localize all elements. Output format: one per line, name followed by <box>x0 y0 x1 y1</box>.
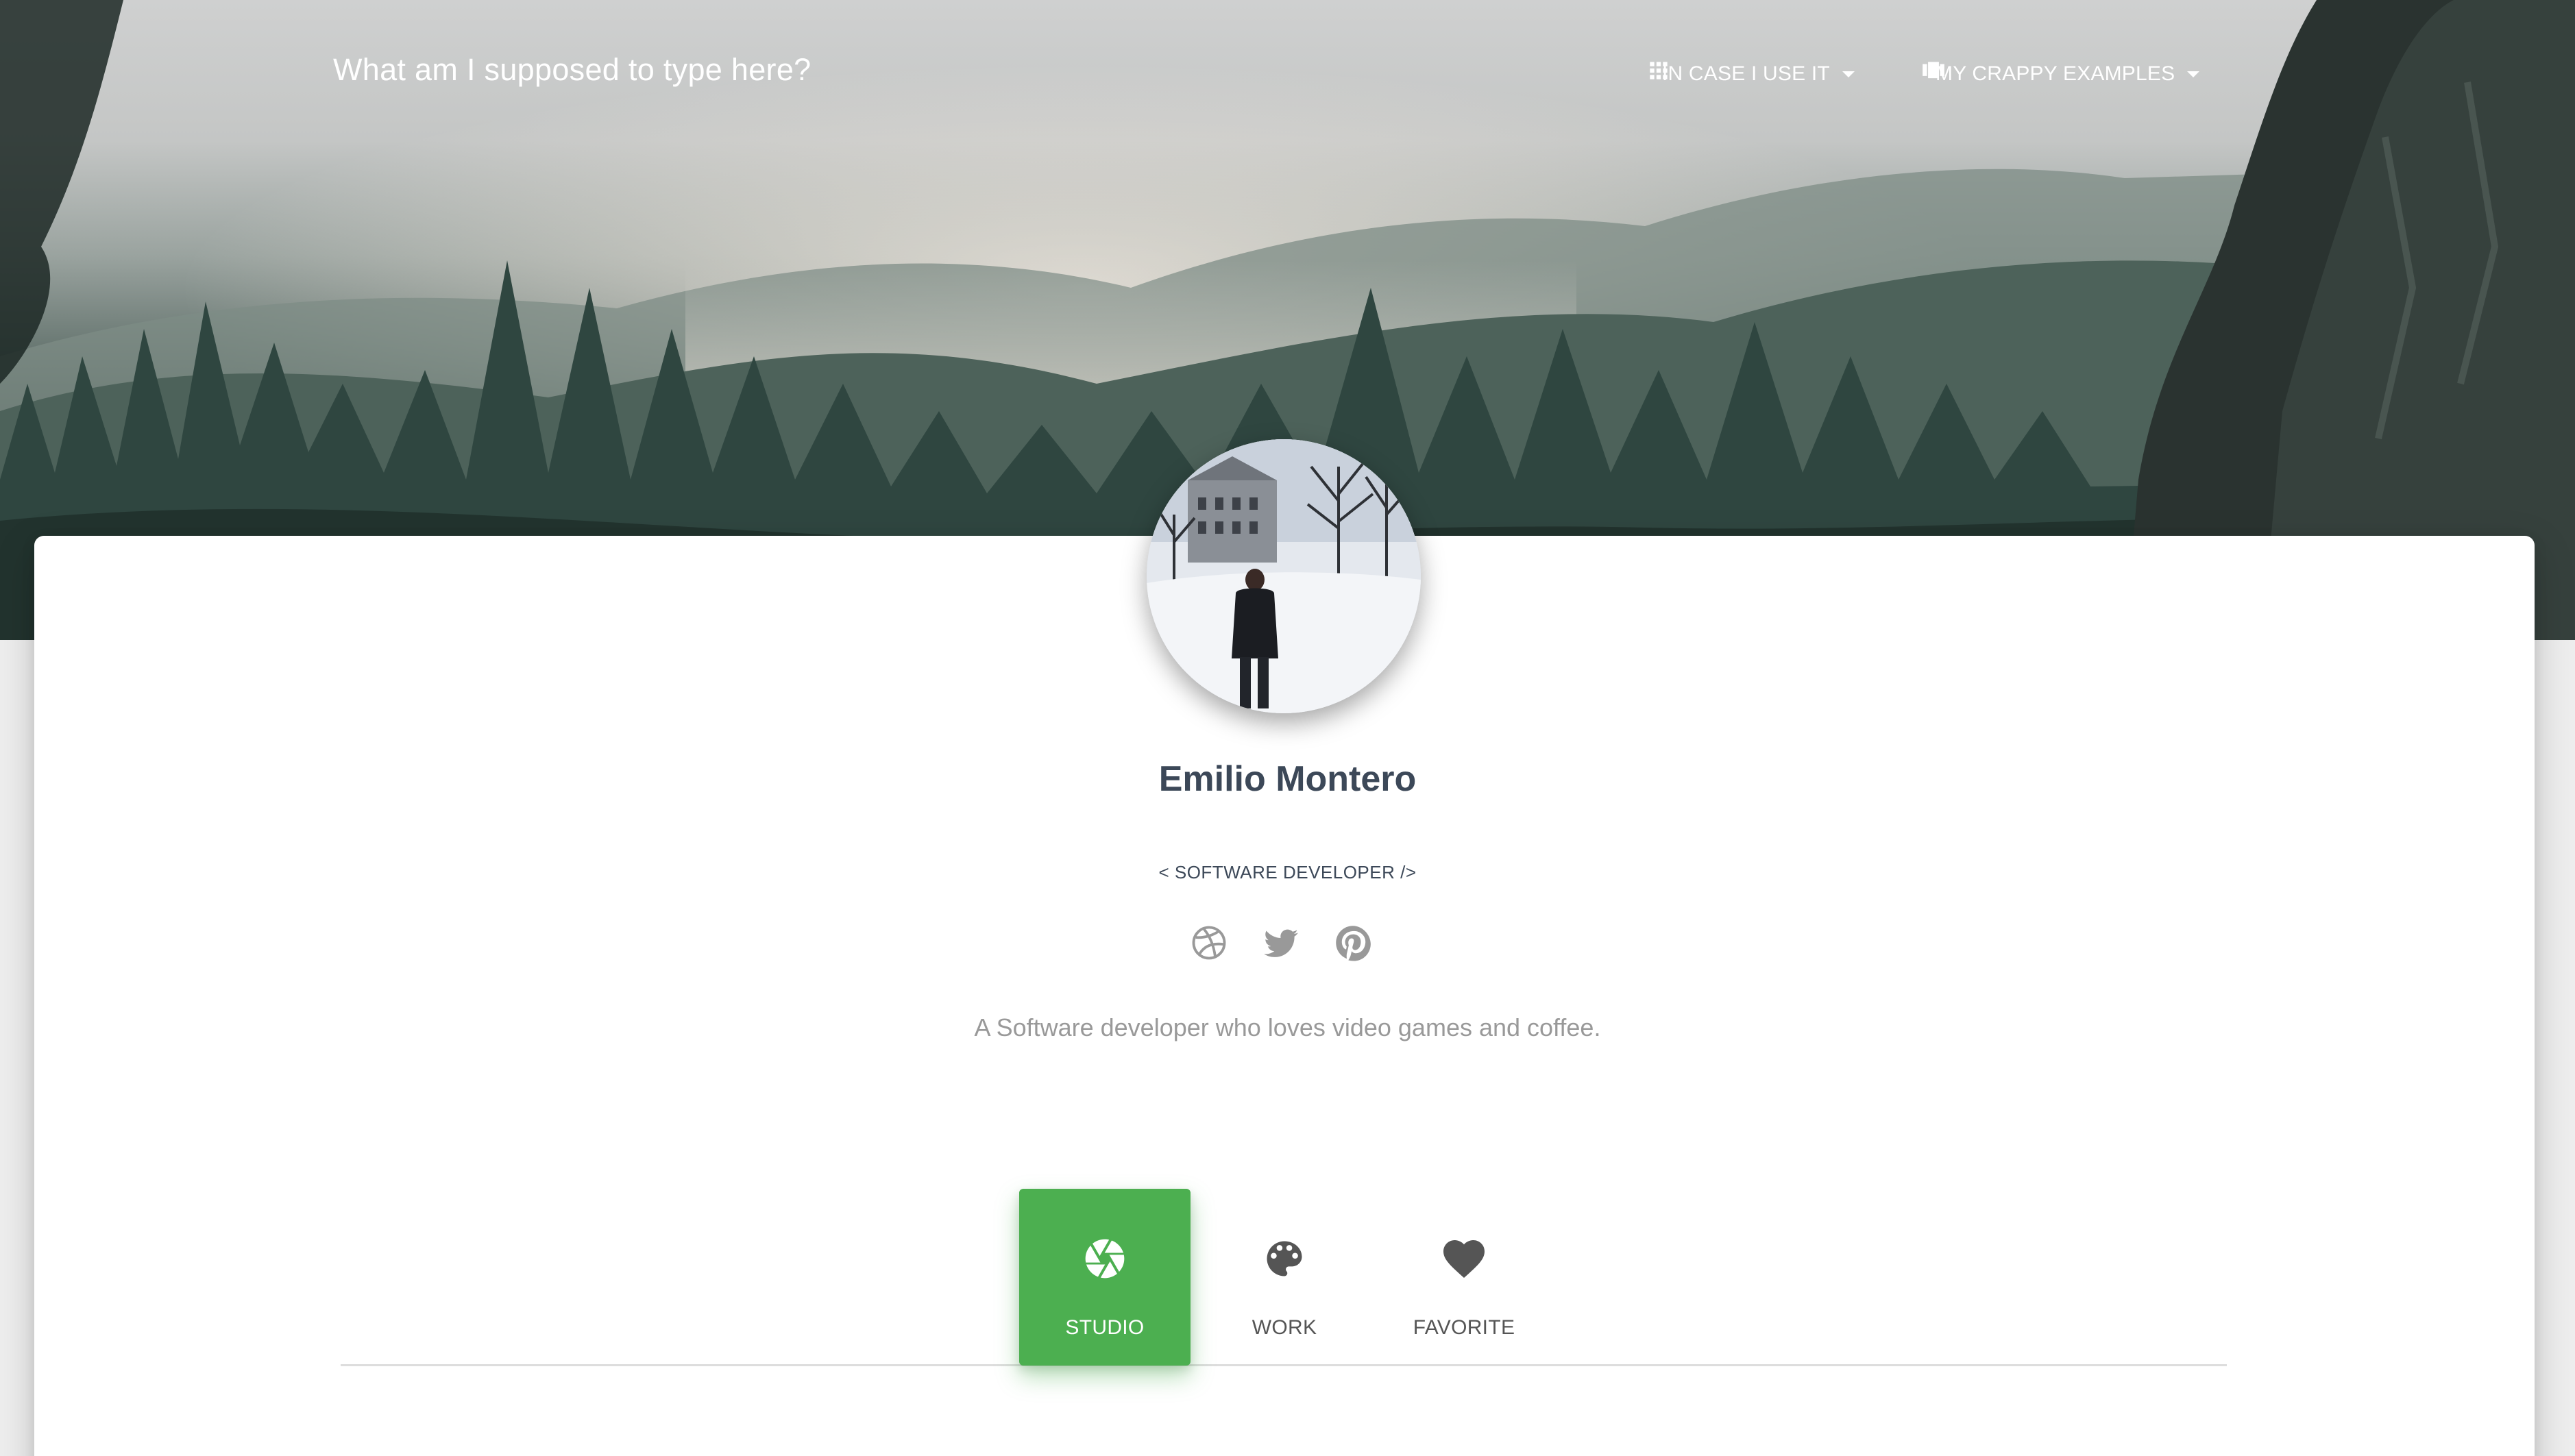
heart-icon <box>1378 1234 1550 1283</box>
twitter-link[interactable] <box>1258 920 1304 965</box>
navbar: What am I supposed to type here? IN CASE… <box>0 0 2575 151</box>
nav-dropdown-my-crappy-examples[interactable]: MY CRAPPY EXAMPLES <box>1919 58 2200 90</box>
profile-photo <box>1147 439 1421 713</box>
palette-icon <box>1199 1234 1370 1283</box>
navbar-brand[interactable]: What am I supposed to type here? <box>333 52 811 88</box>
camera-aperture-icon <box>1019 1234 1191 1283</box>
caret-down-icon <box>1842 71 1855 77</box>
profile-bio: A Software developer who loves video gam… <box>974 1013 1601 1041</box>
tab-favorite[interactable]: FAVORITE <box>1378 1189 1550 1366</box>
dribbble-icon <box>1192 926 1226 960</box>
twitter-icon <box>1264 929 1298 957</box>
tab-label: WORK <box>1252 1316 1317 1339</box>
nav-item-label: IN CASE I USE IT <box>1662 62 1830 85</box>
nav-item-label: MY CRAPPY EXAMPLES <box>1936 62 2175 85</box>
caret-down-icon <box>2187 71 2200 77</box>
profile-page: What am I supposed to type here? IN CASE… <box>0 0 2575 1456</box>
tab-studio[interactable]: STUDIO <box>1019 1189 1191 1366</box>
tab-label: FAVORITE <box>1413 1316 1515 1339</box>
profile-avatar <box>1147 439 1421 713</box>
tab-label: STUDIO <box>1065 1316 1145 1339</box>
profile-title: < SOFTWARE DEVELOPER /> <box>1158 862 1417 883</box>
pinterest-link[interactable] <box>1330 920 1376 965</box>
profile-name: Emilio Montero <box>1158 759 1417 799</box>
social-links <box>1186 920 1392 965</box>
tab-work[interactable]: WORK <box>1199 1189 1370 1366</box>
dribbble-link[interactable] <box>1186 920 1232 965</box>
pinterest-icon <box>1336 926 1371 961</box>
nav-dropdown-in-case-i-use-it[interactable]: IN CASE I USE IT <box>1646 58 1855 90</box>
